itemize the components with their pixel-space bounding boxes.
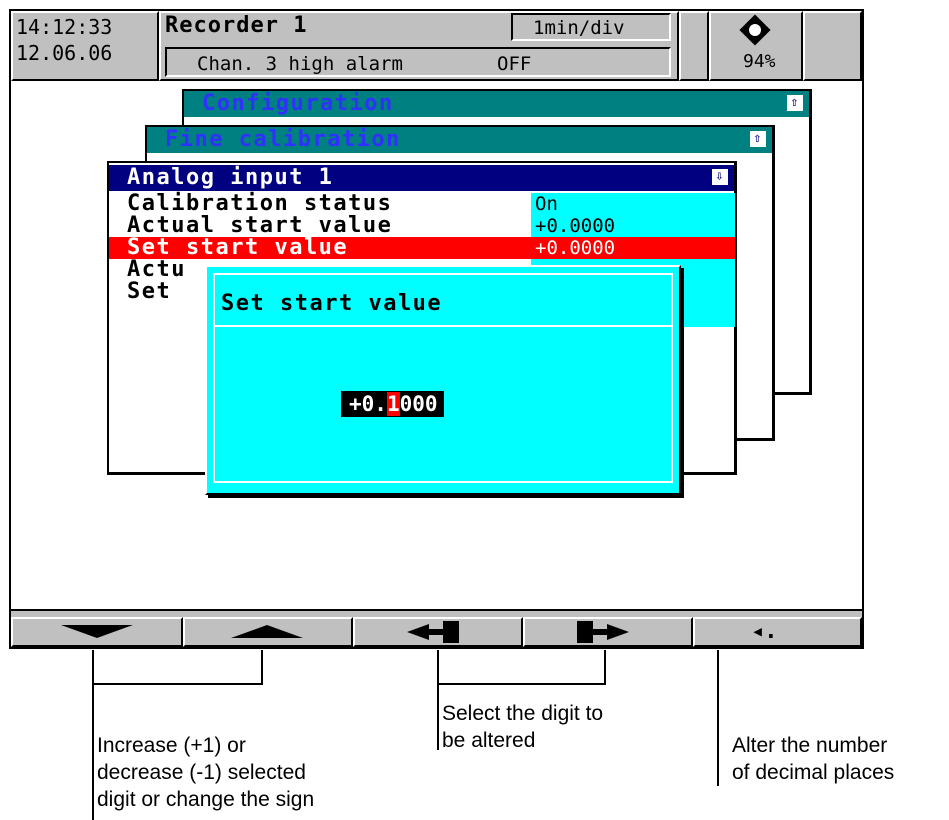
annotation-decimal-places: Alter the number of decimal places	[732, 732, 894, 786]
row-value: +0.0000	[535, 237, 616, 259]
softkey-bar: ◂.	[11, 609, 862, 647]
leader-line	[604, 650, 606, 685]
cursor-left-softkey[interactable]	[353, 617, 523, 647]
row-label: Actual start value	[127, 213, 393, 238]
value-suffix: 000	[399, 392, 438, 416]
leader-line	[92, 683, 263, 685]
decimal-point-icon: ◂.	[751, 619, 778, 644]
row-value: On	[535, 193, 558, 215]
analog-input-titlebar[interactable]: Analog input 1 ⇩	[109, 165, 734, 191]
menu-row-actual-start-value[interactable]: Actual start value +0.0000	[109, 213, 735, 238]
annotation-line: Alter the number	[732, 734, 888, 757]
recorder-title-panel: Recorder 1 1min/div Chan. 3 high alarm O…	[159, 11, 679, 81]
annotation-line: digit or change the sign	[97, 788, 315, 811]
row-label: Set start value	[127, 235, 349, 260]
menu-row-calibration-status[interactable]: Calibration status On	[109, 191, 735, 216]
datetime-panel: 14:12:33 12.06.06	[11, 11, 159, 81]
down-arrow-icon[interactable]: ⇩	[712, 169, 728, 185]
storage-panel: 94%	[709, 11, 803, 81]
decrease-softkey[interactable]	[11, 617, 183, 647]
row-label: Actu	[127, 257, 186, 282]
increase-softkey[interactable]	[183, 617, 353, 647]
annotation-line: of decimal places	[732, 761, 895, 784]
timebase-label: 1min/div	[533, 17, 625, 39]
triangle-up-icon	[231, 625, 303, 638]
arrow-right-icon	[577, 621, 629, 643]
up-arrow-icon[interactable]: ⇧	[787, 95, 803, 111]
cursor-right-softkey[interactable]	[523, 617, 693, 647]
row-value: +0.0000	[535, 215, 616, 237]
up-arrow-icon[interactable]: ⇧	[750, 131, 766, 147]
value-prefix: +0.	[349, 392, 387, 416]
date-display: 12.06.06	[16, 41, 113, 65]
analog-input-title: Analog input 1	[127, 165, 334, 190]
time-display: 14:12:33	[16, 15, 113, 39]
annotation-line: Increase (+1) or	[97, 734, 246, 757]
annotation-increase-decrease: Increase (+1) or decrease (-1) selected …	[97, 732, 314, 813]
decimal-places-softkey[interactable]: ◂.	[693, 617, 862, 647]
dialog-title-divider	[215, 325, 671, 327]
configuration-title: Configuration	[202, 91, 394, 116]
leader-line	[717, 650, 719, 786]
configuration-titlebar[interactable]: Configuration ⇧	[184, 91, 809, 117]
set-start-value-dialog: Set start value +0.1000	[205, 265, 681, 495]
leader-line	[92, 650, 94, 820]
recorder-title: Recorder 1	[165, 13, 308, 38]
fine-calibration-titlebar[interactable]: Fine calibration ⇧	[147, 127, 772, 153]
value-editor[interactable]: +0.1000	[341, 391, 444, 417]
dialog-title: Set start value	[221, 291, 443, 316]
cf-card-icon-center	[749, 24, 761, 36]
menu-row-set-start-value-selected[interactable]: Set start value +0.0000	[109, 237, 735, 259]
triangle-down-icon	[61, 625, 133, 638]
leader-line	[437, 683, 606, 685]
row-label: Calibration status	[127, 191, 393, 216]
status-message: Chan. 3 high alarm	[197, 53, 403, 75]
storage-percent: 94%	[743, 51, 776, 72]
leader-line	[261, 650, 263, 685]
row-label: Set	[127, 279, 172, 304]
leader-line	[437, 650, 439, 750]
annotation-select-digit: Select the digit to be altered	[442, 700, 603, 754]
fine-calibration-title: Fine calibration	[165, 127, 401, 152]
recorder-screen: 14:12:33 12.06.06 Recorder 1 1min/div Ch…	[9, 9, 864, 649]
timebase-box[interactable]: 1min/div	[511, 13, 671, 41]
annotation-line: be altered	[442, 729, 536, 752]
status-message-state: OFF	[497, 53, 532, 75]
annotation-line: decrease (-1) selected	[97, 761, 306, 784]
arrow-left-icon	[407, 621, 459, 643]
status-right-blank	[803, 11, 862, 81]
selected-digit[interactable]: 1	[386, 392, 400, 416]
status-spacer	[679, 11, 709, 81]
status-message-box: Chan. 3 high alarm OFF	[165, 47, 671, 77]
annotation-line: Select the digit to	[442, 702, 604, 725]
